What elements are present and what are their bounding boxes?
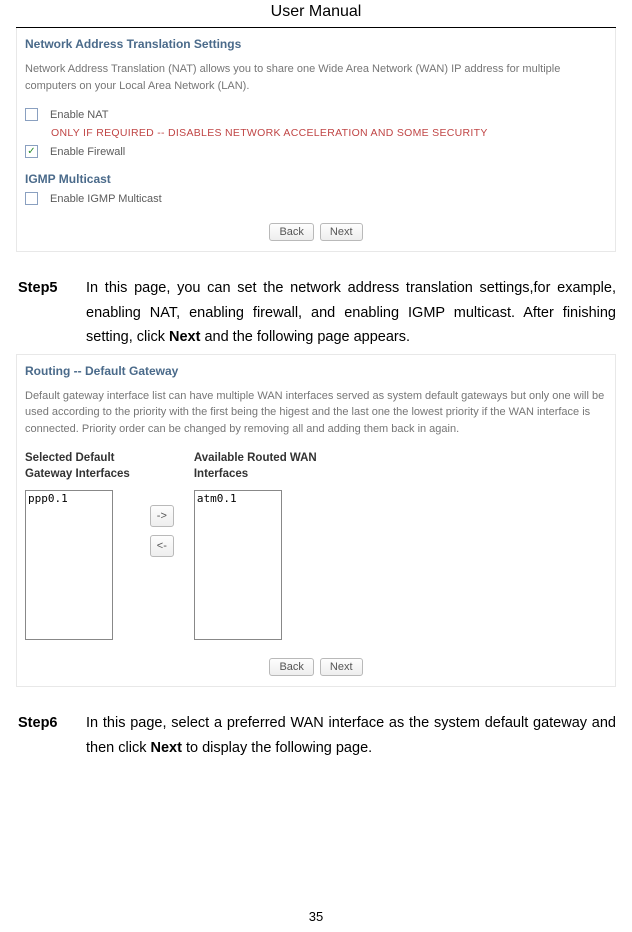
step5-bold: Next xyxy=(169,329,200,345)
gateway-panel: Routing -- Default Gateway Default gatew… xyxy=(16,354,616,688)
available-wan-column: Available Routed WAN Interfaces atm0.1 xyxy=(194,451,317,640)
step5-text-post: and the following page appears. xyxy=(200,329,410,345)
available-wan-listbox[interactable]: atm0.1 xyxy=(194,490,282,640)
next-button[interactable]: Next xyxy=(320,658,363,676)
nat-button-row: Back Next xyxy=(25,223,607,241)
nat-panel-description: Network Address Translation (NAT) allows… xyxy=(25,61,607,94)
selected-gateway-listbox[interactable]: ppp0.1 xyxy=(25,490,113,640)
enable-nat-label: Enable NAT xyxy=(50,109,109,121)
step6-text-post: to display the following page. xyxy=(182,740,372,756)
nat-settings-panel: Network Address Translation Settings Net… xyxy=(16,28,616,252)
arrow-column: -> <- xyxy=(150,505,174,557)
move-left-button[interactable]: <- xyxy=(150,535,174,557)
gateway-columns: Selected Default Gateway Interfaces ppp0… xyxy=(25,451,607,640)
step6-bold: Next xyxy=(150,740,181,756)
step6-text: In this page, select a preferred WAN int… xyxy=(86,711,616,760)
gateway-panel-description: Default gateway interface list can have … xyxy=(25,388,607,438)
step5-row: Step5 In this page, you can set the netw… xyxy=(0,262,632,356)
enable-firewall-label: Enable Firewall xyxy=(50,146,125,158)
enable-igmp-row: Enable IGMP Multicast xyxy=(25,192,607,205)
nat-panel-title: Network Address Translation Settings xyxy=(25,37,607,51)
igmp-heading: IGMP Multicast xyxy=(25,172,607,186)
move-right-button[interactable]: -> xyxy=(150,505,174,527)
available-wan-heading: Available Routed WAN Interfaces xyxy=(194,451,317,482)
nat-warning-text: ONLY IF REQUIRED -- DISABLES NETWORK ACC… xyxy=(51,127,607,139)
back-button[interactable]: Back xyxy=(269,223,313,241)
selected-gateway-heading: Selected Default Gateway Interfaces xyxy=(25,451,130,482)
page-header-title: User Manual xyxy=(16,0,616,28)
enable-igmp-checkbox[interactable] xyxy=(25,192,38,205)
enable-firewall-row: Enable Firewall xyxy=(25,145,607,158)
step5-label: Step5 xyxy=(18,276,86,301)
step6-label: Step6 xyxy=(18,711,86,736)
page-number: 35 xyxy=(0,909,632,924)
gateway-button-row: Back Next xyxy=(25,658,607,676)
step6-row: Step6 In this page, select a preferred W… xyxy=(0,697,632,766)
gateway-panel-title: Routing -- Default Gateway xyxy=(25,364,607,378)
selected-gateway-column: Selected Default Gateway Interfaces ppp0… xyxy=(25,451,130,640)
back-button[interactable]: Back xyxy=(269,658,313,676)
enable-igmp-label: Enable IGMP Multicast xyxy=(50,193,162,205)
enable-nat-checkbox[interactable] xyxy=(25,108,38,121)
next-button[interactable]: Next xyxy=(320,223,363,241)
enable-firewall-checkbox[interactable] xyxy=(25,145,38,158)
enable-nat-row: Enable NAT xyxy=(25,108,607,121)
step5-text: In this page, you can set the network ad… xyxy=(86,276,616,350)
